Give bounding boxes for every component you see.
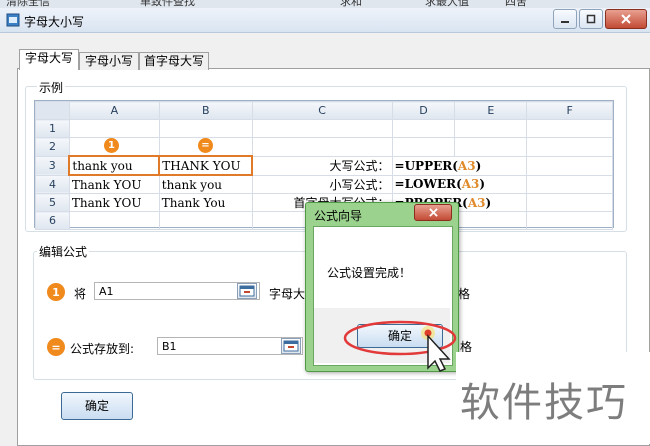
row-header: 3 <box>35 155 70 176</box>
tab-capitalize[interactable]: 首字母大写 <box>139 52 209 70</box>
step1-badge: 1 <box>47 283 65 301</box>
cell-b4: thank you <box>158 174 253 194</box>
minimize-button[interactable] <box>553 9 577 29</box>
maximize-button[interactable] <box>579 9 603 29</box>
corner-cell <box>35 101 70 120</box>
column-header: F <box>526 101 613 120</box>
close-button[interactable] <box>605 9 647 29</box>
cell <box>251 119 393 138</box>
close-icon <box>621 14 631 24</box>
cell-b5: Thank You <box>158 193 253 212</box>
row-header: 1 <box>35 119 70 138</box>
label-lower: 小写公式： <box>251 174 393 194</box>
example-group-title: 示例 <box>37 79 66 96</box>
dialog-title: 公式向导 <box>314 209 363 223</box>
row-header: 2 <box>35 137 70 157</box>
formula-lower: =LOWER(A3) <box>391 174 528 194</box>
cell-a4: Thank YOU <box>68 174 160 194</box>
cell <box>526 211 613 230</box>
watermark-text: 软件技巧 <box>460 380 628 426</box>
row-header: 4 <box>35 174 70 194</box>
dialog-close-button[interactable] <box>414 204 452 221</box>
target-ref-button[interactable] <box>281 338 301 354</box>
mouse-cursor-icon <box>421 326 451 372</box>
cell <box>68 211 160 230</box>
window-title: 字母大小写 <box>24 15 85 29</box>
column-header: E <box>454 101 528 120</box>
step1-suffix: 字母大 <box>269 287 306 301</box>
minimize-icon <box>561 21 569 23</box>
step-badge-b: = <box>198 138 213 153</box>
cell-a5: Thank YOU <box>68 193 160 212</box>
cell <box>454 119 528 138</box>
cell <box>391 137 456 157</box>
target-label: 公式存放到: <box>70 342 135 356</box>
cell <box>454 137 528 157</box>
label-upper: 大写公式： <box>251 155 393 176</box>
cell <box>526 119 613 138</box>
column-header: A <box>68 101 160 120</box>
column-header: C <box>251 101 393 120</box>
app-icon <box>6 13 20 27</box>
cell <box>251 137 393 157</box>
step1-tail: 格 <box>458 287 471 301</box>
formula-upper: =UPPER(A3) <box>391 155 528 176</box>
cell <box>158 211 253 230</box>
cell-a3: thank you <box>68 155 161 176</box>
source-cell-input[interactable]: A1 <box>94 282 260 300</box>
row-header: 5 <box>35 193 70 212</box>
edit-formula-group-title: 编辑公式 <box>37 243 90 260</box>
cell <box>526 137 613 157</box>
range-select-icon <box>239 285 255 297</box>
tab-lowercase[interactable]: 字母小写 <box>79 52 139 70</box>
step1-label: 将 <box>74 287 87 301</box>
cell <box>391 119 456 138</box>
column-header: B <box>158 101 253 120</box>
cell <box>526 174 613 194</box>
cell <box>526 155 613 176</box>
step-badge-a: 1 <box>104 138 119 153</box>
range-select-icon <box>283 340 299 352</box>
cell <box>158 119 253 138</box>
confirm-button[interactable]: 确定 <box>61 392 133 420</box>
column-header: D <box>391 101 456 120</box>
dialog-message: 公式设置完成！ <box>327 266 412 280</box>
close-icon <box>428 208 438 217</box>
step2-badge: = <box>47 338 65 356</box>
row-header: 6 <box>35 211 70 230</box>
cell <box>454 211 528 230</box>
cell <box>68 119 160 138</box>
maximize-icon <box>586 14 596 24</box>
cell-b3: THANK YOU <box>158 155 254 176</box>
tab-uppercase[interactable]: 字母大写 <box>19 49 79 70</box>
source-ref-button[interactable] <box>237 283 257 299</box>
cell <box>526 193 613 212</box>
